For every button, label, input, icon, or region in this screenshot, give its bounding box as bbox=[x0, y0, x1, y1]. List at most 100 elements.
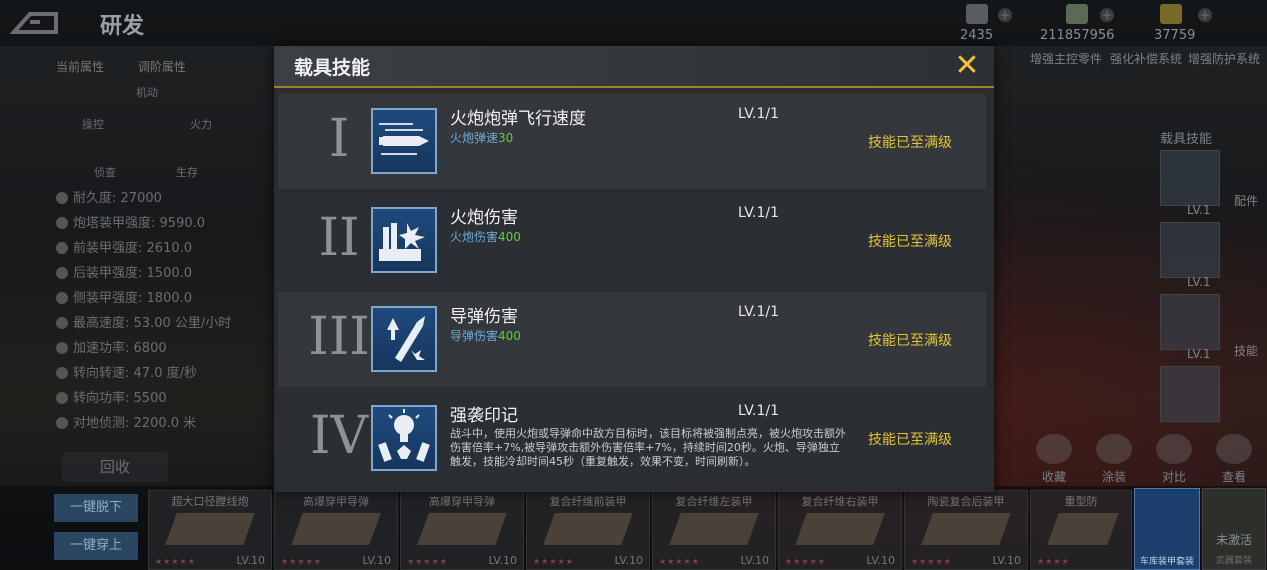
radar-chart: 机动 火力 生存 侦查 操控 bbox=[80, 82, 270, 182]
close-button[interactable]: ✕ bbox=[950, 49, 984, 83]
modal-title: 载具技能 bbox=[294, 57, 371, 79]
detect-icon bbox=[56, 417, 68, 429]
radar-label-mobility: 机动 bbox=[136, 86, 158, 99]
skill-row: II 火炮伤害 火炮伤害400 LV.1/1 技能已至满级 bbox=[278, 193, 986, 288]
skill-tier-numeral: III bbox=[308, 307, 370, 367]
compare-icon[interactable] bbox=[1156, 434, 1192, 464]
weapon-set-label: 武器套装 bbox=[1215, 556, 1252, 566]
stat-row: 转向功率: 5500 bbox=[56, 387, 167, 406]
side-skill-slot[interactable]: LV.1 bbox=[1160, 150, 1220, 217]
gold-count: 37759 bbox=[1154, 28, 1196, 43]
stat-row: 加速功率: 6800 bbox=[56, 337, 167, 356]
stat-row: 最高速度: 53.00 公里/小时 bbox=[56, 312, 231, 331]
gold-icon bbox=[1160, 4, 1182, 24]
stat-row: 耐久度: 27000 bbox=[56, 187, 162, 206]
side-skill-slot[interactable] bbox=[1160, 366, 1220, 422]
config-tab[interactable]: 配件 bbox=[1234, 192, 1258, 209]
skill-desc: 导弹伤害400 bbox=[450, 329, 521, 343]
weapon-set-button[interactable]: 未激活 武器套装 bbox=[1202, 488, 1266, 570]
assault-mark-icon bbox=[371, 405, 437, 471]
skill-level: LV.1/1 bbox=[738, 304, 780, 320]
turn-speed-icon bbox=[56, 367, 68, 379]
skill-max-status: 技能已至满级 bbox=[868, 432, 952, 448]
missile-damage-icon bbox=[371, 306, 437, 372]
accel-icon bbox=[56, 342, 68, 354]
stat-row: 后装甲强度: 1500.0 bbox=[56, 262, 192, 281]
part-slot[interactable]: 高爆穿甲导弹 ★★★★★ LV.10 bbox=[274, 490, 398, 570]
skill-row: III 导弹伤害 导弹伤害400 LV.1/1 技能已至满级 bbox=[278, 292, 986, 387]
skill-max-status: 技能已至满级 bbox=[868, 333, 952, 349]
paint-icon[interactable] bbox=[1096, 434, 1132, 464]
view-label: 查看 bbox=[1222, 470, 1247, 484]
top-bar: 研发 + 2435 + 211857956 + 37759 bbox=[0, 0, 1267, 46]
stat-row: 侧装甲强度: 1800.0 bbox=[56, 287, 192, 306]
compare-label: 对比 bbox=[1162, 470, 1187, 484]
add-gold-button[interactable]: + bbox=[1198, 8, 1212, 22]
part-slot[interactable]: 陶瓷复合后装甲 ★★★★★ LV.10 bbox=[904, 490, 1028, 570]
right-top-item: 增强防护系统 bbox=[1188, 52, 1261, 66]
part-slot[interactable]: 复合纤维右装甲 ★★★★★ LV.10 bbox=[778, 490, 902, 570]
skill-name: 火炮伤害 bbox=[450, 208, 518, 228]
add-cash-button[interactable]: + bbox=[1100, 8, 1114, 22]
favorite-label: 收藏 bbox=[1042, 470, 1067, 484]
stat-row: 前装甲强度: 2610.0 bbox=[56, 237, 192, 256]
skill-name: 导弹伤害 bbox=[450, 307, 518, 327]
skill-desc: 战斗中，使用火炮或导弹命中敌方目标时，该目标将被强制点亮，被火炮攻击额外伤害倍率… bbox=[450, 427, 846, 468]
recycle-button[interactable]: 回收 bbox=[62, 452, 168, 482]
side-skill-slot[interactable]: LV.1 bbox=[1160, 294, 1220, 361]
speed-icon bbox=[56, 317, 68, 329]
skill-max-status: 技能已至满级 bbox=[868, 234, 952, 250]
cash-count: 211857956 bbox=[1040, 28, 1115, 43]
part-slot[interactable]: 复合纤维左装甲 ★★★★★ LV.10 bbox=[652, 490, 776, 570]
equip-all-button[interactable]: 一键穿上 bbox=[54, 532, 138, 560]
tab-current-attr[interactable]: 当前属性 bbox=[56, 60, 104, 74]
shield-icon bbox=[56, 192, 68, 204]
skill-name: 火炮炮弹飞行速度 bbox=[450, 109, 586, 129]
close-icon: ✕ bbox=[954, 48, 980, 83]
skill-tab[interactable]: 技能 bbox=[1234, 342, 1258, 359]
medal-count: 2435 bbox=[960, 28, 994, 43]
radar-label-survival: 生存 bbox=[176, 166, 198, 179]
part-slot[interactable]: 复合纤维前装甲 ★★★★★ LV.10 bbox=[526, 490, 650, 570]
right-top-item: 强化补偿系统 bbox=[1110, 52, 1183, 66]
part-slot[interactable]: 高爆穿甲导弹 ★★★★★ LV.10 bbox=[400, 490, 524, 570]
shell-velocity-icon bbox=[371, 108, 437, 174]
skill-desc: 火炮伤害400 bbox=[450, 230, 521, 244]
radar-label-scout: 侦查 bbox=[94, 166, 116, 179]
part-slot[interactable]: 超大口径膛线炮 ★★★★★ LV.10 bbox=[148, 490, 272, 570]
cash-icon bbox=[1066, 4, 1088, 24]
tab-adjust-attr[interactable]: 调阶属性 bbox=[138, 60, 186, 74]
unequip-all-button[interactable]: 一键脱下 bbox=[54, 494, 138, 522]
rear-armor-icon bbox=[56, 267, 68, 279]
part-slot[interactable]: 重型防 ★★★★ bbox=[1030, 490, 1132, 570]
armor-set-button[interactable]: 车库装甲套装 bbox=[1134, 488, 1200, 570]
skill-level: LV.1/1 bbox=[738, 205, 780, 221]
vehicle-skill-label: 载具技能 bbox=[1160, 132, 1213, 147]
attr-tabs: 当前属性 调阶属性 bbox=[56, 58, 186, 75]
side-armor-icon bbox=[56, 292, 68, 304]
view-icon[interactable] bbox=[1216, 434, 1252, 464]
armor-set-label: 车库装甲套装 bbox=[1139, 557, 1194, 567]
modal-header: 载具技能 ✕ bbox=[274, 46, 994, 88]
cannon-damage-icon bbox=[371, 207, 437, 273]
stat-row: 炮塔装甲强度: 9590.0 bbox=[56, 212, 205, 231]
skill-tier-numeral: I bbox=[328, 109, 350, 169]
radar-label-control: 操控 bbox=[82, 118, 104, 131]
back-button[interactable] bbox=[9, 10, 60, 36]
side-skill-slot[interactable]: LV.1 bbox=[1160, 222, 1220, 289]
skill-row: IV 强袭印记 战斗中，使用火炮或导弹命中敌方目标时，该目标将被强制点亮，被火炮… bbox=[278, 391, 986, 486]
right-top-item: 增强主控零件 bbox=[1030, 52, 1103, 66]
stat-row: 对地侦测: 2200.0 米 bbox=[56, 412, 196, 431]
favorite-icon[interactable] bbox=[1036, 434, 1072, 464]
page-title: 研发 bbox=[100, 14, 145, 39]
skill-desc: 火炮弹速30 bbox=[450, 131, 514, 145]
turn-power-icon bbox=[56, 392, 68, 404]
skill-level: LV.1/1 bbox=[738, 106, 780, 122]
add-medal-button[interactable]: + bbox=[998, 8, 1012, 22]
skill-level: LV.1/1 bbox=[738, 403, 780, 419]
medal-icon bbox=[966, 4, 988, 24]
stat-row: 转向转速: 47.0 度/秒 bbox=[56, 362, 197, 381]
back-arrow-icon bbox=[9, 12, 58, 34]
radar-label-firepower: 火力 bbox=[190, 118, 212, 131]
skill-name: 强袭印记 bbox=[450, 406, 518, 426]
